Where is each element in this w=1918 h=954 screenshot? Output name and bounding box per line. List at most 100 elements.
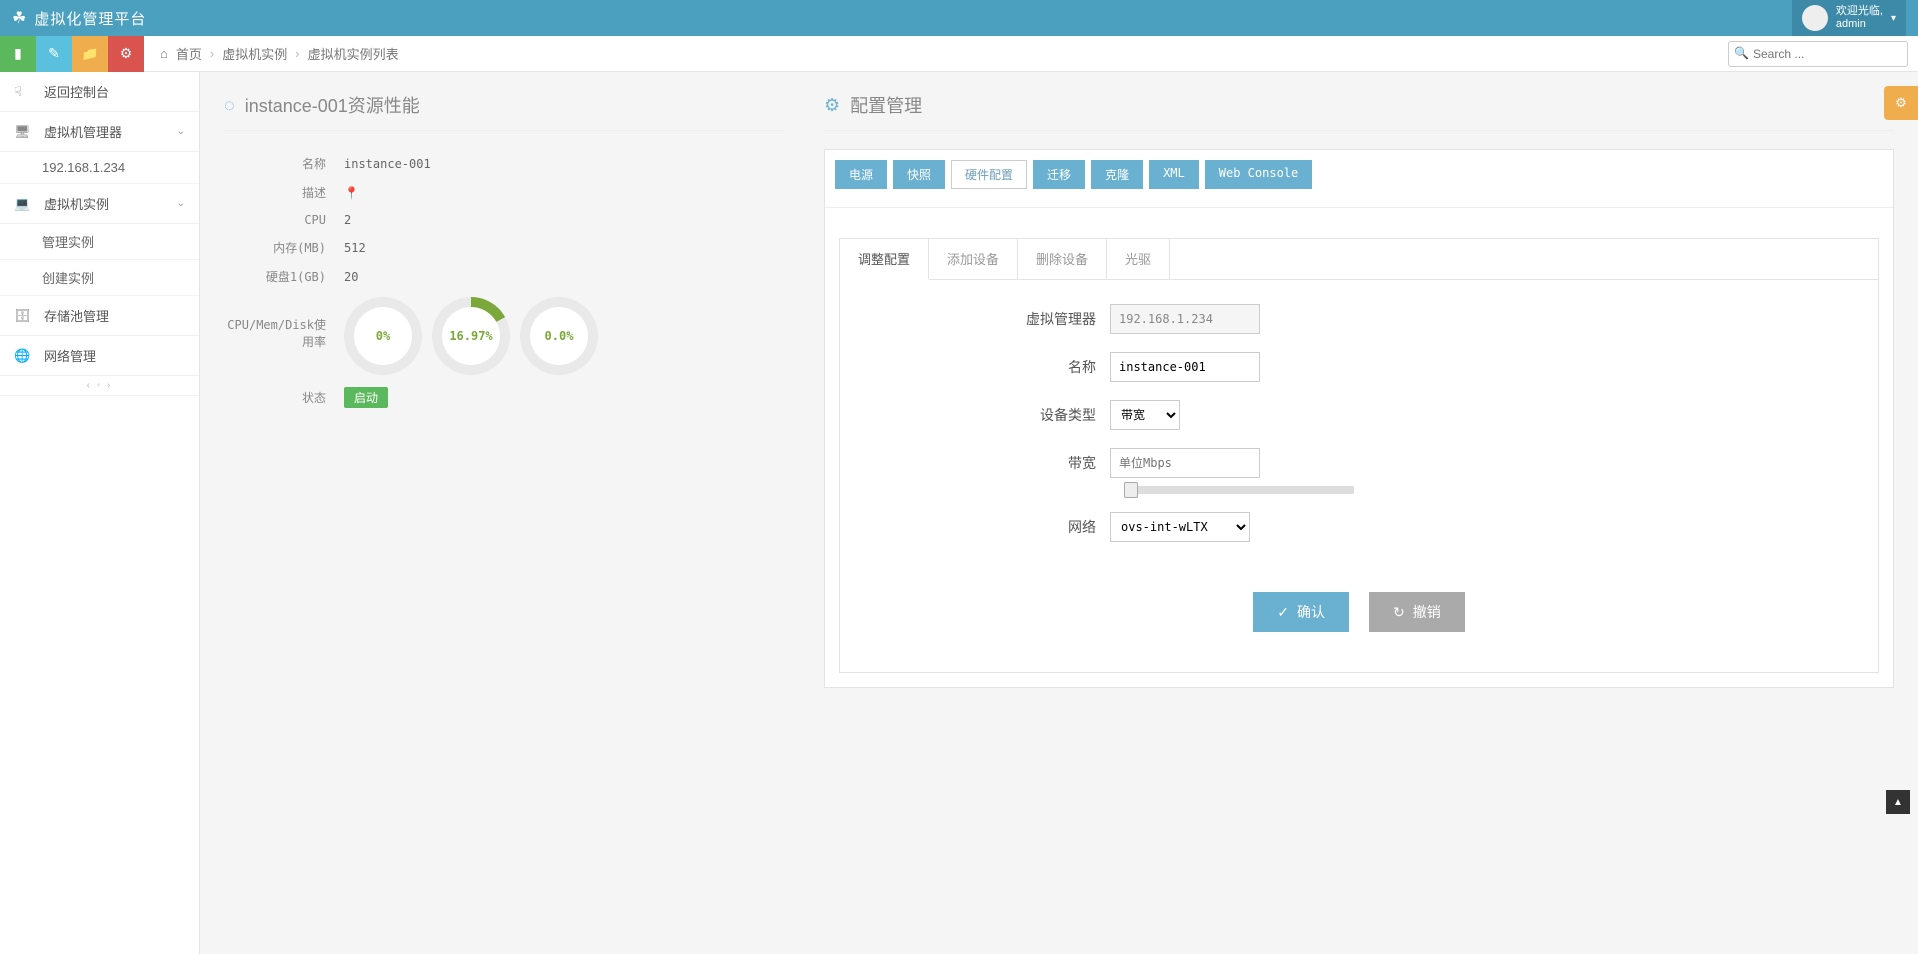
sidebar-item-network[interactable]: 🌐 网络管理 [0, 336, 199, 376]
tab-cdrom[interactable]: 光驱 [1107, 239, 1170, 279]
tool-buttons: ▮ ✎ 📁 ⚙ [0, 36, 144, 72]
inner-config-panel: 调整配置 添加设备 删除设备 光驱 虚拟管理器 名称 [839, 238, 1879, 673]
sidebar-collapse-toggle[interactable]: ‹ ◦ › [0, 376, 199, 396]
sidebar-item-storage[interactable]: 🗄 存储池管理 [0, 296, 199, 336]
database-icon: 🗄 [14, 308, 34, 324]
resource-panel: ◌ instance-001资源性能 名称 instance-001 描述 📍 … [224, 92, 784, 414]
label-desc: 描述 [224, 184, 344, 201]
scroll-top-button[interactable]: ▲ [1886, 790, 1910, 814]
usage-gauges: 0% 16.97% 0.0% [344, 297, 598, 375]
main-content: ◌ instance-001资源性能 名称 instance-001 描述 📍 … [200, 72, 1918, 954]
chart-icon: ▮ [14, 45, 22, 62]
input-bandwidth[interactable] [1110, 448, 1260, 478]
tab-power[interactable]: 电源 [835, 160, 887, 189]
gear-icon: ⚙ [1895, 95, 1907, 111]
resource-panel-title: ◌ instance-001资源性能 [224, 92, 784, 131]
gauge-mem-value: 16.97% [442, 307, 500, 365]
tab-snapshot[interactable]: 快照 [893, 160, 945, 189]
gauge-cpu-value: 0% [354, 307, 412, 365]
gauge-cpu: 0% [344, 297, 422, 375]
home-icon[interactable]: ⌂ [160, 46, 168, 61]
select-devtype[interactable]: 带宽 [1110, 400, 1180, 430]
sidebar-item-host[interactable]: 192.168.1.234 [0, 152, 199, 184]
breadcrumb-sep: › [295, 46, 299, 61]
sidebar-item-create-instance[interactable]: 创建实例 [0, 260, 199, 296]
tab-migrate[interactable]: 迁移 [1033, 160, 1085, 189]
primary-tabset: 电源 快照 硬件配置 迁移 克隆 XML Web Console [825, 150, 1893, 208]
tool-folder-button[interactable]: 📁 [72, 36, 108, 72]
search-input[interactable] [1728, 41, 1908, 67]
input-name[interactable] [1110, 352, 1260, 382]
sidebar-item-label: 存储池管理 [44, 306, 109, 325]
monitor-icon: 🖥 [14, 124, 34, 140]
breadcrumb-home[interactable]: 首页 [176, 44, 202, 63]
pencil-icon: ✎ [48, 45, 60, 62]
breadcrumb-l2: 虚拟机实例列表 [308, 44, 399, 63]
tab-adjust[interactable]: 调整配置 [840, 239, 929, 280]
breadcrumb: ⌂ 首页 › 虚拟机实例 › 虚拟机实例列表 [160, 44, 399, 63]
hand-icon: ☟ [14, 84, 34, 100]
input-manager[interactable] [1110, 304, 1260, 334]
gauge-mem: 16.97% [432, 297, 510, 375]
toolbar-row: ▮ ✎ 📁 ⚙ ⌂ 首页 › 虚拟机实例 › 虚拟机实例列表 🔍 [0, 36, 1918, 72]
chevron-down-icon: ⌄ [177, 198, 185, 209]
label-name: 名称 [224, 155, 344, 172]
title-suffix: 资源性能 [348, 96, 420, 116]
tab-xml[interactable]: XML [1149, 160, 1199, 189]
tab-add-device[interactable]: 添加设备 [929, 239, 1018, 279]
cancel-label: 撤销 [1413, 602, 1441, 622]
bandwidth-slider[interactable] [1124, 486, 1354, 494]
check-icon: ✓ [1277, 604, 1289, 621]
label-usage: CPU/Mem/Disk使用率 [224, 297, 344, 351]
tool-chart-button[interactable]: ▮ [0, 36, 36, 72]
sidebar-item-label: 管理实例 [42, 235, 94, 250]
search-box: 🔍 [1728, 41, 1908, 67]
chevron-down-icon: ▾ [1891, 13, 1896, 24]
arrow-up-icon: ▲ [1893, 797, 1903, 808]
label-status: 状态 [224, 389, 344, 406]
app-header: ☘ 虚拟化管理平台 欢迎光临, admin ▾ [0, 0, 1918, 36]
label-cpu: CPU [224, 213, 344, 227]
config-title-text: 配置管理 [850, 92, 922, 118]
sidebar-item-vm-instance[interactable]: 💻 虚拟机实例 ⌄ [0, 184, 199, 224]
sidebar-item-vm-manager[interactable]: 🖥 虚拟机管理器 ⌄ [0, 112, 199, 152]
tab-clone[interactable]: 克隆 [1091, 160, 1143, 189]
label-manager: 虚拟管理器 [870, 309, 1110, 329]
tool-settings-button[interactable]: ⚙ [108, 36, 144, 72]
sidebar-item-label: 网络管理 [44, 346, 96, 365]
value-disk: 20 [344, 270, 358, 284]
folder-icon: 📁 [81, 45, 98, 62]
value-name: instance-001 [344, 157, 431, 171]
sidebar-item-back[interactable]: ☟ 返回控制台 [0, 72, 199, 112]
value-cpu: 2 [344, 213, 351, 227]
confirm-button[interactable]: ✓ 确认 [1253, 592, 1349, 632]
search-icon: 🔍 [1734, 46, 1749, 60]
tab-remove-device[interactable]: 删除设备 [1018, 239, 1107, 279]
gauge-disk: 0.0% [520, 297, 598, 375]
breadcrumb-l1[interactable]: 虚拟机实例 [222, 44, 287, 63]
floating-settings-button[interactable]: ⚙ [1884, 86, 1918, 120]
label-devtype: 设备类型 [870, 405, 1110, 425]
label-name: 名称 [870, 357, 1110, 377]
undo-icon: ↻ [1393, 604, 1405, 621]
cancel-button[interactable]: ↻ 撤销 [1369, 592, 1465, 632]
user-menu[interactable]: 欢迎光临, admin ▾ [1792, 0, 1906, 36]
sidebar-item-manage-instance[interactable]: 管理实例 [0, 224, 199, 260]
leaf-icon: ☘ [12, 8, 26, 28]
config-panel-title: ⚙ 配置管理 [824, 92, 1894, 131]
sidebar-item-label: 虚拟机实例 [44, 194, 109, 213]
label-bandwidth: 带宽 [870, 453, 1110, 473]
instance-name: instance-001 [245, 96, 348, 116]
status-badge: 启动 [344, 387, 388, 408]
gear-icon: ⚙ [120, 45, 133, 62]
gears-icon: ⚙ [824, 95, 840, 116]
pin-icon: 📍 [344, 186, 359, 200]
label-disk: 硬盘1(GB) [224, 268, 344, 285]
tab-hardware[interactable]: 硬件配置 [951, 160, 1027, 189]
config-panel: ⚙ 配置管理 电源 快照 硬件配置 迁移 克隆 XML Web Console [824, 92, 1894, 688]
select-network[interactable]: ovs-int-wLTX [1110, 512, 1250, 542]
tab-webconsole[interactable]: Web Console [1205, 160, 1312, 189]
tool-edit-button[interactable]: ✎ [36, 36, 72, 72]
sidebar-item-label: 虚拟机管理器 [44, 122, 122, 141]
slider-handle[interactable] [1124, 482, 1138, 498]
